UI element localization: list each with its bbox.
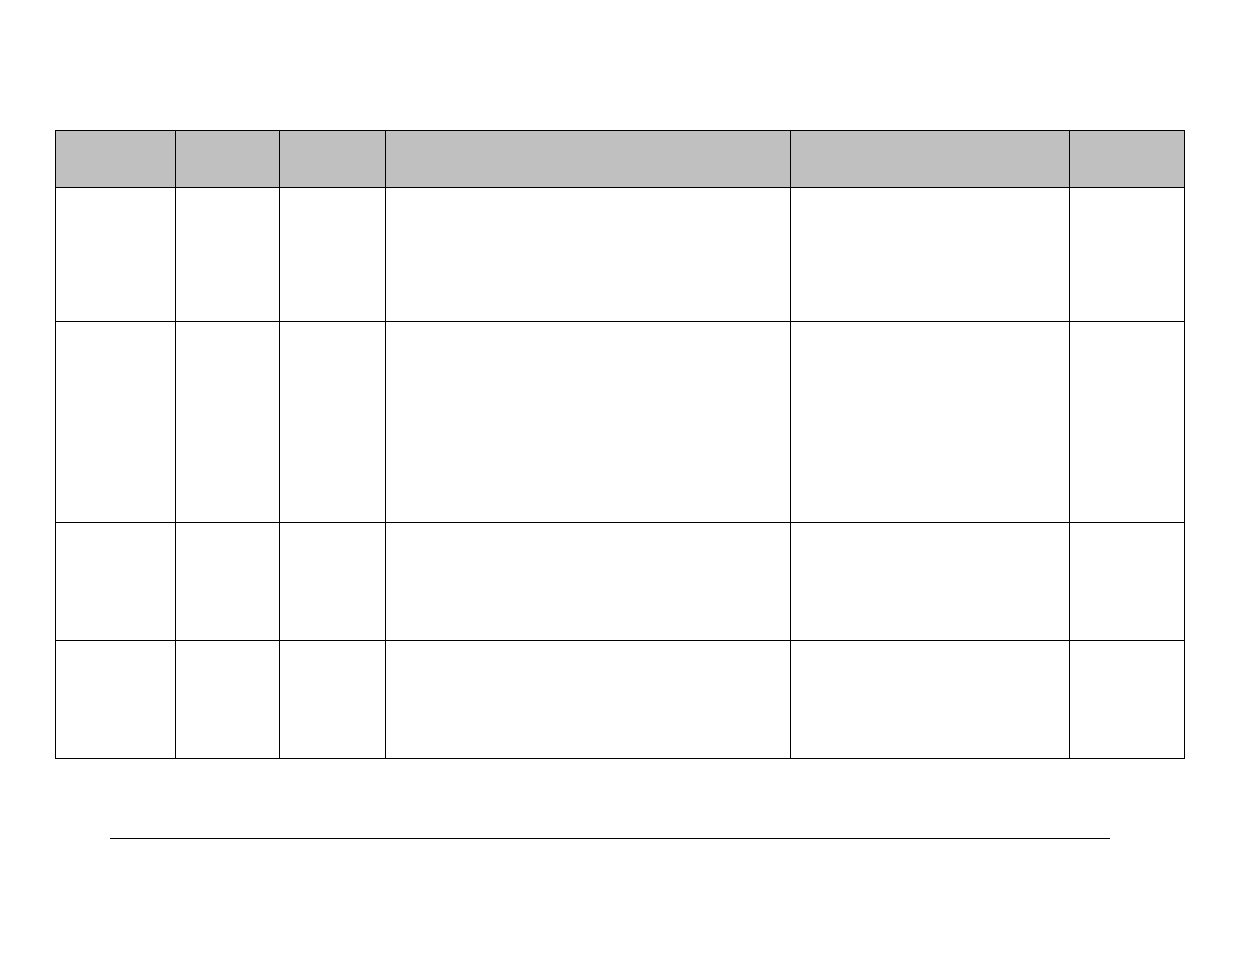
table-cell: [280, 188, 386, 322]
table-cell: [176, 188, 280, 322]
cell-value: [791, 523, 1069, 535]
cell-value: [56, 322, 175, 334]
cell-value: [280, 523, 385, 535]
header-label: [386, 131, 790, 143]
data-table: [55, 130, 1185, 759]
table-cell: [280, 641, 386, 759]
table-cell: [176, 523, 280, 641]
cell-value: [791, 188, 1069, 200]
table-cell: [56, 641, 176, 759]
cell-value: [280, 322, 385, 334]
table-row: [56, 188, 1185, 322]
table-row: [56, 322, 1185, 523]
table-header-cell: [386, 131, 791, 188]
header-label: [1070, 131, 1184, 143]
header-label: [280, 131, 385, 143]
table-cell: [791, 188, 1070, 322]
footer-divider: [110, 838, 1110, 839]
cell-value: [280, 641, 385, 653]
table-cell: [280, 322, 386, 523]
table-header-cell: [176, 131, 280, 188]
table-cell: [791, 523, 1070, 641]
table-cell: [1070, 188, 1185, 322]
table-cell: [1070, 523, 1185, 641]
cell-value: [386, 322, 790, 334]
header-label: [56, 131, 175, 143]
table-cell: [386, 523, 791, 641]
table-header-row: [56, 131, 1185, 188]
cell-value: [791, 641, 1069, 653]
cell-value: [56, 188, 175, 200]
cell-value: [280, 188, 385, 200]
table-header-cell: [56, 131, 176, 188]
table-cell: [56, 523, 176, 641]
cell-value: [1070, 523, 1184, 535]
cell-value: [56, 641, 175, 653]
cell-value: [791, 322, 1069, 334]
cell-value: [56, 523, 175, 535]
cell-value: [176, 322, 279, 334]
table-cell: [386, 188, 791, 322]
header-label: [176, 131, 279, 143]
table-cell: [1070, 322, 1185, 523]
cell-value: [386, 188, 790, 200]
table-cell: [386, 641, 791, 759]
page: [0, 0, 1235, 954]
table-cell: [56, 188, 176, 322]
header-label: [791, 131, 1069, 143]
table-cell: [176, 322, 280, 523]
table-cell: [386, 322, 791, 523]
cell-value: [176, 188, 279, 200]
table-cell: [1070, 641, 1185, 759]
table-header-cell: [280, 131, 386, 188]
cell-value: [1070, 188, 1184, 200]
cell-value: [176, 641, 279, 653]
table-cell: [56, 322, 176, 523]
table-header-cell: [1070, 131, 1185, 188]
table-container: [55, 130, 1184, 759]
cell-value: [386, 523, 790, 535]
table-header-cell: [791, 131, 1070, 188]
cell-value: [386, 641, 790, 653]
cell-value: [1070, 641, 1184, 653]
table-cell: [280, 523, 386, 641]
cell-value: [1070, 322, 1184, 334]
table-row: [56, 641, 1185, 759]
table-row: [56, 523, 1185, 641]
cell-value: [176, 523, 279, 535]
table-cell: [176, 641, 280, 759]
table-cell: [791, 641, 1070, 759]
table-cell: [791, 322, 1070, 523]
